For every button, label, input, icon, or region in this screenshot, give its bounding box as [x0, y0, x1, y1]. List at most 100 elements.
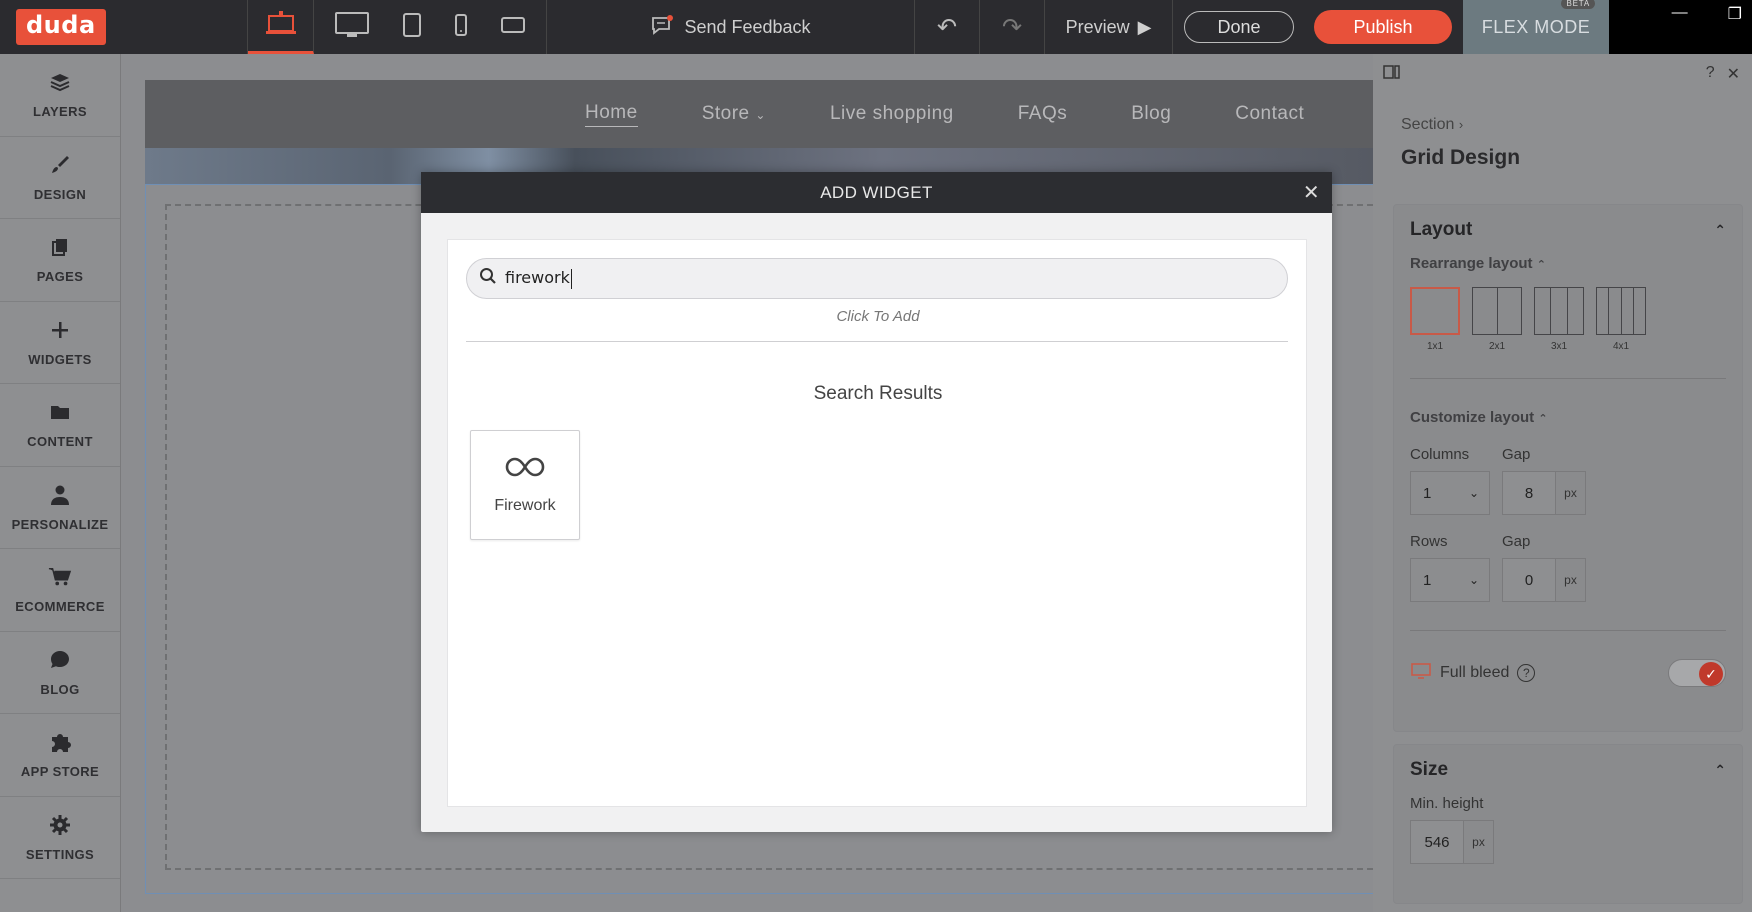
chevron-right-icon: › [1458, 117, 1464, 132]
layout-option-2x1[interactable]: 2x1 [1472, 287, 1522, 352]
publish-button[interactable]: Publish [1314, 10, 1452, 44]
sidebar-item-label: SETTINGS [25, 846, 95, 862]
info-icon[interactable]: ? [1517, 664, 1536, 682]
sidebar-item-blog[interactable]: BLOG [0, 632, 120, 714]
sidebar-item-label: BLOG [40, 681, 80, 697]
close-icon[interactable]: ✕ [1727, 64, 1740, 84]
nav-item-store[interactable]: Store ⌄ [702, 103, 766, 125]
redo-icon: ↷ [1001, 13, 1023, 41]
breadcrumb[interactable]: Section › [1373, 94, 1752, 134]
mobile-icon[interactable] [454, 13, 468, 42]
device-laptop-button[interactable] [248, 0, 314, 54]
layers-icon [48, 70, 72, 94]
search-results-heading: Search Results [813, 383, 943, 404]
modal-header: ADD WIDGET ✕ [421, 172, 1332, 213]
restore-icon[interactable]: ❐ [1728, 4, 1742, 24]
nav-item-blog[interactable]: Blog [1131, 103, 1171, 125]
customize-layout-toggle[interactable]: Customize layout ⌃ [1394, 409, 1742, 426]
logo-area: duda [0, 0, 248, 54]
gear-icon [48, 813, 72, 837]
chevron-down-icon: ⌄ [1468, 573, 1479, 587]
panel-title: Grid Design [1401, 146, 1521, 169]
layout-option-4x1[interactable]: 4x1 [1596, 287, 1646, 352]
layout-thumb [1596, 287, 1646, 335]
min-height-label: Min. height [1410, 795, 1484, 812]
layout-thumb [1534, 287, 1584, 335]
click-to-add-hint: Click To Add [836, 308, 920, 325]
widget-card-firework[interactable]: Firework [470, 430, 580, 540]
play-icon: ▶ [1137, 16, 1152, 37]
sidebar-item-label: APP STORE [20, 764, 100, 780]
redo-button[interactable]: ↷ [980, 0, 1045, 54]
preview-label: Preview [1065, 16, 1130, 37]
site-navigation: Home Store ⌄ Live shopping FAQs Blog Con… [145, 80, 1373, 148]
min-height-group: Min. height 546 px [1394, 795, 1742, 864]
help-icon[interactable]: ? [1706, 64, 1715, 84]
widget-search-input[interactable]: firework [466, 258, 1288, 299]
customize-layout-label: Customize layout [1410, 409, 1535, 426]
monitor-icon [1410, 662, 1432, 685]
row-gap-input[interactable]: 0 px [1502, 558, 1586, 602]
right-panel: ? ✕ Section › Grid Design Layout ⌃ Rearr… [1373, 54, 1752, 912]
tablet-icon[interactable] [402, 12, 422, 43]
layout-option-label: 1x1 [1426, 341, 1444, 352]
nav-item-faqs[interactable]: FAQs [1018, 103, 1068, 125]
send-feedback-button[interactable]: Send Feedback [547, 0, 915, 54]
brush-icon [48, 153, 72, 177]
minimize-icon[interactable]: — [1672, 4, 1688, 22]
sidebar-item-label: ECOMMERCE [15, 599, 105, 615]
rearrange-layout-toggle[interactable]: Rearrange layout ⌃ [1394, 255, 1742, 283]
rows-value: 1 [1423, 571, 1432, 589]
column-gap-group: Gap 8 px [1502, 446, 1586, 515]
nav-item-contact[interactable]: Contact [1235, 103, 1304, 125]
desktop-icon[interactable] [334, 10, 370, 45]
modal-body: firework Click To Add Search Results Fir… [447, 239, 1307, 807]
columns-select[interactable]: 1 ⌄ [1410, 471, 1490, 515]
columns-row: Columns 1 ⌄ Gap 8 px [1394, 446, 1742, 515]
sidebar-item-label: WIDGETS [28, 351, 92, 367]
min-height-input[interactable]: 546 px [1410, 820, 1494, 864]
full-bleed-label: Full bleed [1440, 664, 1510, 681]
columns-group: Columns 1 ⌄ [1410, 446, 1490, 515]
sidebar-item-settings[interactable]: SETTINGS [0, 797, 120, 879]
column-gap-input[interactable]: 8 px [1502, 471, 1586, 515]
divider [1410, 378, 1726, 379]
min-height-value: 546 [1411, 821, 1463, 863]
duda-logo[interactable]: duda [16, 9, 106, 45]
layout-option-3x1[interactable]: 3x1 [1534, 287, 1584, 352]
layout-option-1x1[interactable]: 1x1 [1410, 287, 1460, 352]
size-header[interactable]: Size ⌃ [1394, 745, 1742, 795]
sidebar-item-app-store[interactable]: APP STORE [0, 714, 120, 797]
rows-select[interactable]: 1 ⌄ [1410, 558, 1490, 602]
rows-row: Rows 1 ⌄ Gap 0 px [1394, 533, 1742, 602]
full-bleed-toggle[interactable]: ✓ [1668, 659, 1726, 687]
sidebar-item-pages[interactable]: PAGES [0, 219, 120, 302]
close-icon[interactable]: ✕ [1303, 180, 1320, 205]
sidebar-item-widgets[interactable]: WIDGETS [0, 302, 120, 384]
layout-header[interactable]: Layout ⌃ [1394, 205, 1742, 255]
modal-title: ADD WIDGET [820, 182, 933, 202]
dock-icon[interactable] [1383, 64, 1401, 85]
sidebar-item-personalize[interactable]: PERSONALIZE [0, 467, 120, 549]
sidebar-item-label: CONTENT [27, 434, 93, 450]
nav-item-live-shopping[interactable]: Live shopping [830, 103, 954, 125]
device-switcher [314, 0, 547, 54]
landscape-icon[interactable] [500, 16, 526, 39]
flex-mode-button[interactable]: FLEX MODE BETA [1463, 0, 1609, 54]
column-gap-label: Gap [1502, 446, 1531, 463]
columns-label: Columns [1410, 446, 1470, 463]
add-widget-modal: ADD WIDGET ✕ firework Click To Add Searc… [421, 172, 1332, 832]
feedback-icon [650, 14, 674, 41]
layout-thumb [1410, 287, 1460, 335]
nav-item-home[interactable]: Home [585, 102, 638, 127]
cart-icon [48, 565, 72, 589]
unit-label: px [1463, 821, 1493, 863]
preview-button[interactable]: Preview ▶ [1045, 0, 1173, 54]
sidebar-item-layers[interactable]: LAYERS [0, 54, 120, 137]
sidebar-item-content[interactable]: CONTENT [0, 384, 120, 467]
rows-label: Rows [1410, 533, 1448, 550]
sidebar-item-design[interactable]: DESIGN [0, 137, 120, 219]
done-button[interactable]: Done [1184, 11, 1294, 43]
sidebar-item-ecommerce[interactable]: ECOMMERCE [0, 549, 120, 632]
undo-button[interactable]: ↶ [915, 0, 980, 54]
